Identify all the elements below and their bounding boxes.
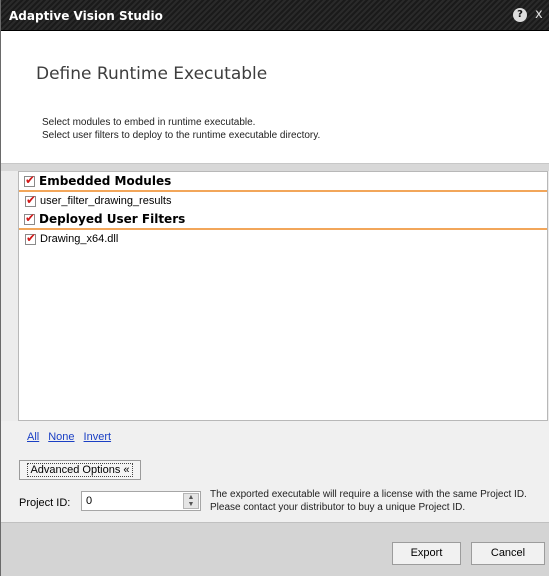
project-id-input[interactable]: 0 ▲ ▼ [81,491,201,511]
deployed-user-filters-checkbox[interactable]: ✔ [24,210,36,225]
section-label: Embedded Modules [39,174,172,188]
export-button[interactable]: Export [392,542,461,565]
advanced-options-button[interactable]: Advanced Options « [19,460,141,480]
checkmark-icon: ✔ [26,230,37,245]
checkmark-icon: ✔ [26,192,37,207]
dialog-window: Adaptive Vision Studio ? x Define Runtim… [0,0,549,576]
project-id-label: Project ID: [19,497,71,509]
select-all-link[interactable]: All [27,431,39,443]
section-embedded-modules[interactable]: ✔ Embedded Modules [19,172,547,192]
description-line-2: Select user filters to deploy to the run… [42,130,321,141]
select-none-link[interactable]: None [48,431,74,443]
help-icon[interactable]: ? [513,8,527,22]
description-line-1: Select modules to embed in runtime execu… [42,117,256,128]
invert-selection-link[interactable]: Invert [84,431,112,443]
list-item[interactable]: ✔ user_filter_drawing_results [19,192,547,210]
close-icon[interactable]: x [535,7,543,22]
window-title: Adaptive Vision Studio [9,9,163,23]
checkmark-icon: ✔ [25,172,36,187]
embedded-modules-checkbox[interactable]: ✔ [24,172,36,187]
options-area: All None Invert Advanced Options « Proje… [1,421,549,522]
item-checkbox[interactable]: ✔ [25,230,37,245]
modules-list: ✔ Embedded Modules ✔ user_filter_drawing… [18,171,548,421]
separator-band [1,163,549,171]
section-label: Deployed User Filters [39,212,186,226]
section-deployed-user-filters[interactable]: ✔ Deployed User Filters [19,210,547,230]
header-panel: Define Runtime Executable Select modules… [1,31,549,163]
project-id-note-line-1: The exported executable will require a l… [210,489,527,500]
project-id-value: 0 [86,495,93,507]
footer-bar: Export Cancel [1,522,549,576]
list-item[interactable]: ✔ Drawing_x64.dll [19,230,547,248]
item-label: user_filter_drawing_results [40,195,172,207]
cancel-button[interactable]: Cancel [471,542,545,565]
page-title: Define Runtime Executable [36,64,268,84]
item-checkbox[interactable]: ✔ [25,192,37,207]
selection-links: All None Invert [27,431,111,443]
title-bar[interactable]: Adaptive Vision Studio ? x [1,0,549,31]
advanced-options-label: Advanced Options « [27,463,133,477]
spinner-arrows-icon[interactable]: ▲ ▼ [183,493,199,509]
item-label: Drawing_x64.dll [40,233,119,245]
project-id-note-line-2: Please contact your distributor to buy a… [210,502,466,513]
checkmark-icon: ✔ [25,210,36,225]
